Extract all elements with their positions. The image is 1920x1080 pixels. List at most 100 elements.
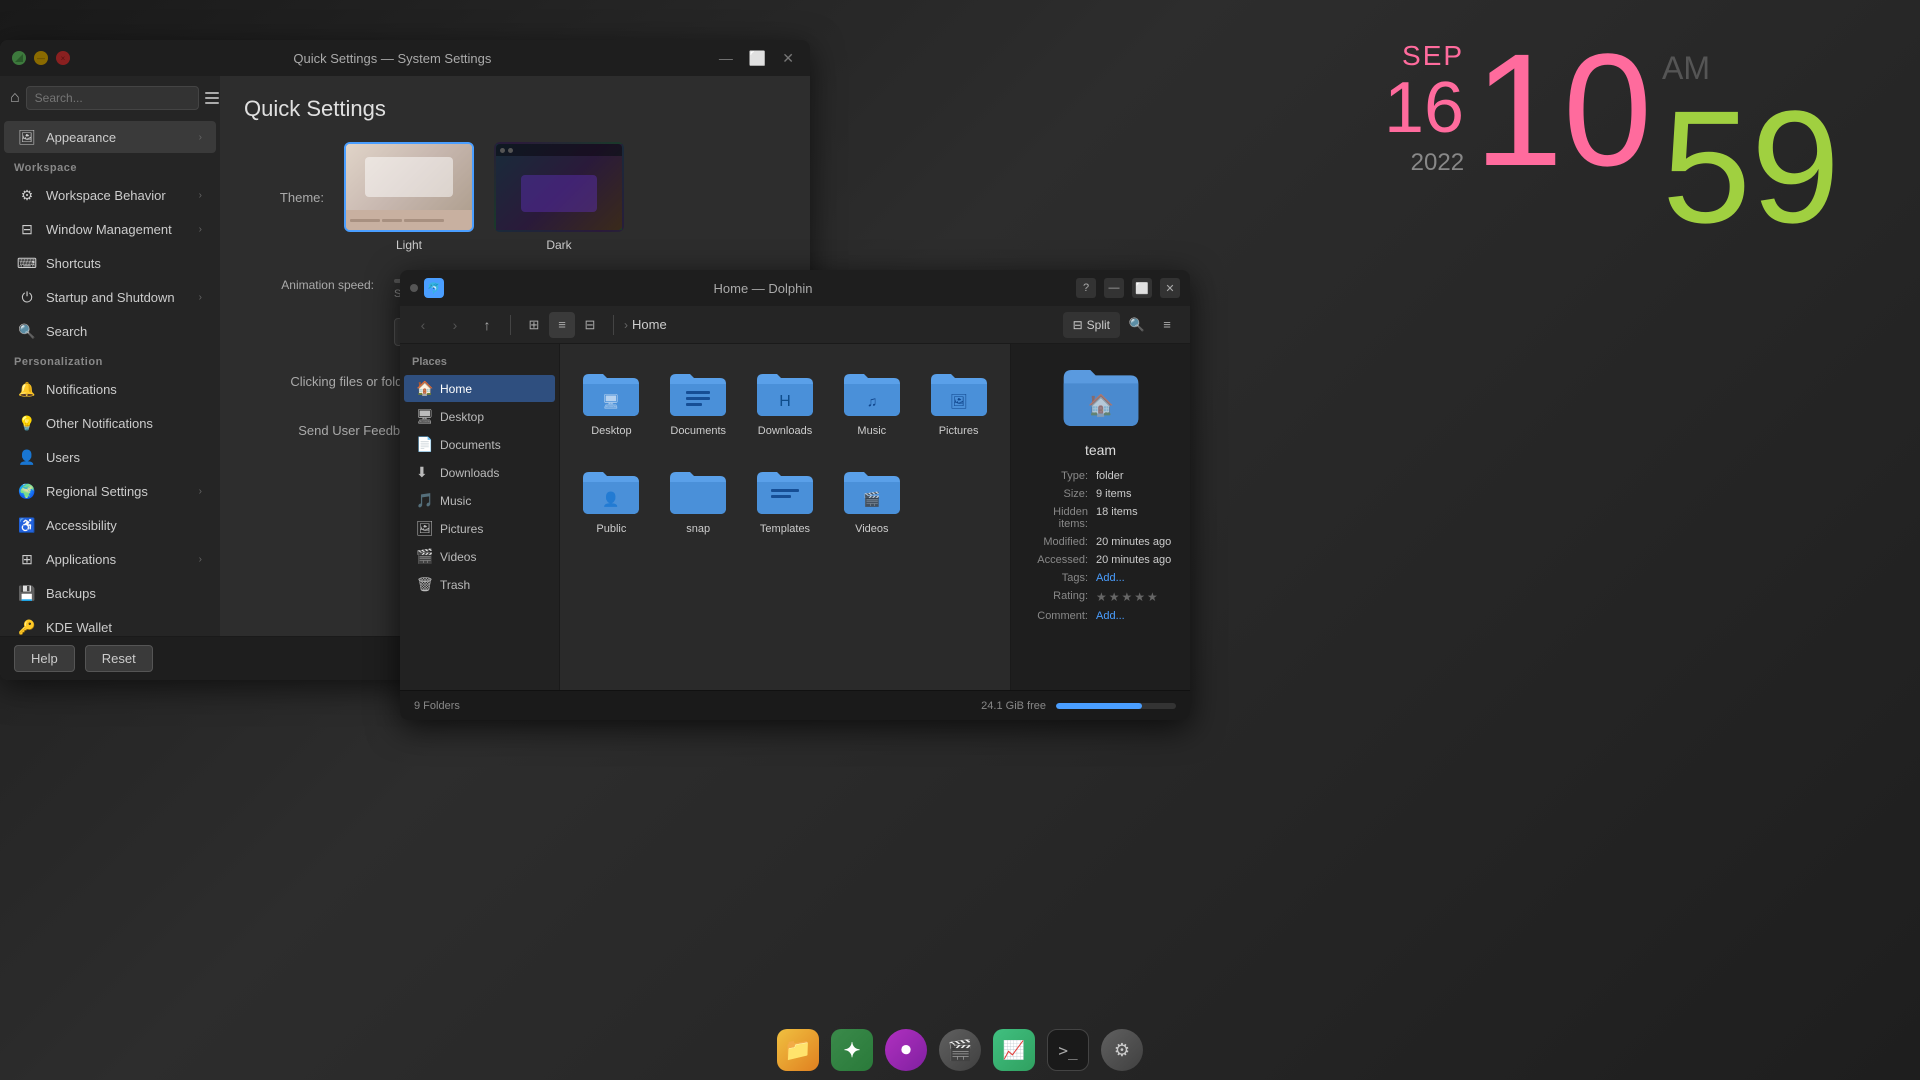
sidebar-item-users[interactable]: 👤 Users [4, 441, 216, 473]
forward-button[interactable]: › [442, 312, 468, 338]
file-item-videos[interactable]: 🎬 Videos [832, 454, 911, 544]
sidebar-item-backups[interactable]: 💾 Backups [4, 577, 216, 609]
dolphin-help-button[interactable]: ? [1076, 278, 1096, 298]
taskbar-item-terminal[interactable]: >_ [1044, 1026, 1092, 1074]
terminal-icon: >_ [1047, 1029, 1089, 1071]
up-button[interactable]: ↑ [474, 312, 500, 338]
maximize-button[interactable] [12, 51, 26, 65]
window-close-action[interactable]: ✕ [778, 48, 798, 69]
theme-option-dark[interactable]: Dark [494, 142, 624, 252]
window-restore-action[interactable]: ⬜ [745, 48, 770, 69]
folder-svg: ♫ [842, 366, 902, 418]
file-item-music[interactable]: ♫ Music [832, 356, 911, 446]
dolphin-search-button[interactable]: 🔍 [1124, 312, 1150, 338]
search-input[interactable] [26, 86, 199, 110]
file-item-templates[interactable]: Templates [746, 454, 825, 544]
places-item-desktop[interactable]: 🖥 Desktop [404, 403, 555, 430]
dolphin-close-button[interactable]: ✕ [1160, 278, 1180, 298]
sidebar-item-notifications[interactable]: 🔔 Notifications [4, 373, 216, 405]
workspace-behavior-icon: ⚙ [18, 186, 36, 204]
preview-bar [382, 219, 402, 222]
size-value: 9 items [1096, 488, 1180, 500]
svg-text:♫: ♫ [867, 393, 878, 409]
sidebar-menu-button[interactable] [205, 86, 219, 110]
clock-widget: SEP 16 2022 10 AM 59 [1384, 30, 1840, 247]
tags-add-link[interactable]: Add... [1096, 572, 1180, 584]
sidebar-item-startup-shutdown[interactable]: ⏻ Startup and Shutdown › [4, 281, 216, 313]
sidebar-item-appearance[interactable]: 🖼 Appearance › [4, 121, 216, 153]
downloads-icon: ⬇ [416, 464, 432, 481]
places-item-pictures[interactable]: 🖼 Pictures [404, 515, 555, 542]
sidebar-item-kde-wallet[interactable]: 🔑 KDE Wallet [4, 611, 216, 636]
list-view-button[interactable]: ≡ [549, 312, 575, 338]
dolphin-minimize-button[interactable]: — [1104, 278, 1124, 298]
pictures-icon: 🖼 [416, 520, 432, 537]
file-item-snap[interactable]: snap [659, 454, 738, 544]
chevron-right-icon: › [199, 554, 202, 565]
minimize-button[interactable]: — [34, 51, 48, 65]
details-hidden-row: Hidden items: 18 items [1021, 506, 1180, 530]
file-item-public[interactable]: 👤 Public [572, 454, 651, 544]
taskbar-item-media[interactable]: ⏺ [882, 1026, 930, 1074]
taskbar-item-media-center[interactable]: 🎬 [936, 1026, 984, 1074]
taskbar-item-settings[interactable]: ⚙ [1098, 1026, 1146, 1074]
taskbar-item-file-manager[interactable]: 📁 [774, 1026, 822, 1074]
sidebar-item-window-management[interactable]: ⊟ Window Management › [4, 213, 216, 245]
dolphin-maximize-button[interactable]: ⬜ [1132, 278, 1152, 298]
sidebar-item-regional-settings[interactable]: 🌍 Regional Settings › [4, 475, 216, 507]
clock-minute: 59 [1662, 87, 1840, 247]
media-icon-symbol: ⏺ [901, 1039, 911, 1062]
sidebar-item-accessibility[interactable]: ♿ Accessibility [4, 509, 216, 541]
sidebar-item-label: KDE Wallet [46, 620, 112, 635]
folder-svg: 🖥 [581, 366, 641, 418]
compact-view-button[interactable]: ⊟ [577, 312, 603, 338]
places-item-videos[interactable]: 🎬 Videos [404, 543, 555, 570]
sidebar-item-other-notifications[interactable]: 💡 Other Notifications [4, 407, 216, 439]
folder-svg: 👤 [581, 464, 641, 516]
places-item-label: Music [440, 494, 471, 508]
animation-label: Animation speed: [244, 278, 374, 292]
file-item-downloads[interactable]: H Downloads [746, 356, 825, 446]
file-item-desktop[interactable]: 🖥 Desktop [572, 356, 651, 446]
appearance-icon: 🖼 [18, 128, 36, 146]
details-tags-row: Tags: Add... [1021, 572, 1180, 584]
back-button[interactable]: ‹ [410, 312, 436, 338]
places-item-trash[interactable]: 🗑 Trash [404, 571, 555, 598]
reset-button[interactable]: Reset [85, 645, 153, 672]
sidebar-item-shortcuts[interactable]: ⌨ Shortcuts [4, 247, 216, 279]
window-minimize-action[interactable]: — [715, 48, 737, 69]
hidden-label: Hidden items: [1021, 506, 1096, 530]
help-button[interactable]: Help [14, 645, 75, 672]
taskbar-item-kde[interactable]: ✦ [828, 1026, 876, 1074]
places-item-label: Desktop [440, 410, 484, 424]
sidebar-item-applications[interactable]: ⊞ Applications › [4, 543, 216, 575]
places-item-music[interactable]: 🎵 Music [404, 487, 555, 514]
places-item-home[interactable]: 🏠 Home [404, 375, 555, 402]
file-item-documents[interactable]: Documents [659, 356, 738, 446]
accessed-value: 20 minutes ago [1096, 554, 1180, 566]
taskbar-item-monitor[interactable]: 📈 [990, 1026, 1038, 1074]
places-item-documents[interactable]: 📄 Documents [404, 431, 555, 458]
theme-option-light[interactable]: Light [344, 142, 474, 252]
sidebar-home-button[interactable]: ⌂ [10, 84, 20, 112]
file-name: Public [596, 522, 626, 536]
close-icon: × [61, 54, 66, 63]
sidebar-item-workspace-behavior[interactable]: ⚙ Workspace Behavior › [4, 179, 216, 211]
comment-add-link[interactable]: Add... [1096, 610, 1180, 622]
icon-view-button[interactable]: ⊞ [521, 312, 547, 338]
preview-dot [508, 148, 513, 153]
dolphin-menu-button[interactable]: ≡ [1154, 312, 1180, 338]
documents-icon: 📄 [416, 436, 432, 453]
places-item-downloads[interactable]: ⬇ Downloads [404, 459, 555, 486]
trash-icon: 🗑 [416, 576, 432, 593]
close-button[interactable]: × [56, 51, 70, 65]
file-grid: 🖥 Desktop [572, 356, 998, 545]
kde-icon-symbol: ✦ [844, 1038, 861, 1063]
search-icon: 🔍 [18, 322, 36, 340]
media-icon: ⏺ [885, 1029, 927, 1071]
rating-stars[interactable]: ★★★★★ [1096, 590, 1180, 604]
file-item-pictures[interactable]: 🖼 Pictures [919, 356, 998, 446]
sidebar-item-search[interactable]: 🔍 Search [4, 315, 216, 347]
desktop-icon: 🖥 [416, 408, 432, 425]
split-button[interactable]: ⊟ Split [1063, 312, 1120, 338]
